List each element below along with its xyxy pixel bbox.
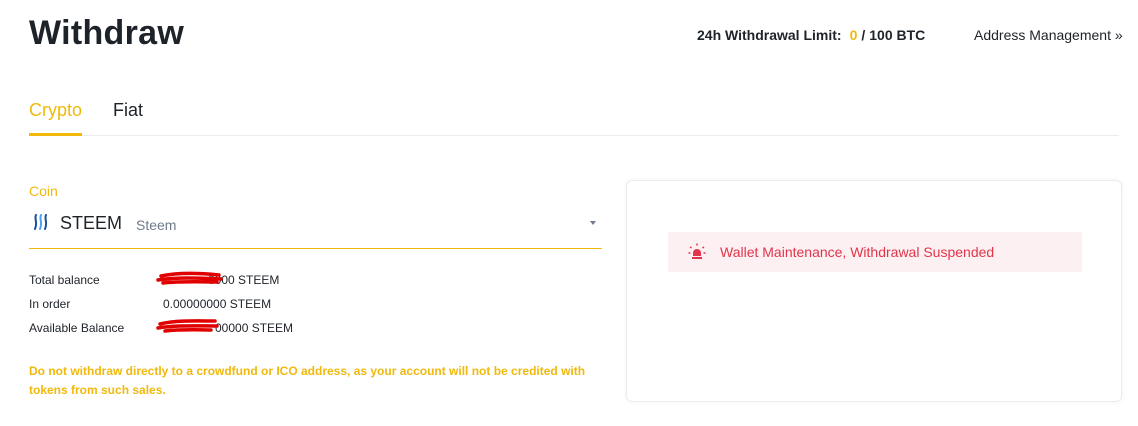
available-balance-label: Available Balance [29, 321, 125, 335]
withdrawal-limit-total: 100 BTC [869, 27, 926, 43]
tab-crypto[interactable]: Crypto [29, 100, 83, 136]
steem-logo-icon [34, 214, 48, 230]
withdraw-warning: Do not withdraw directly to a crowdfund … [29, 364, 586, 397]
address-management-link[interactable]: Address Management » [974, 27, 1123, 43]
in-order-label: In order [29, 297, 71, 311]
coin-symbol: STEEM [60, 213, 123, 233]
available-balance-value: 00000 STEEM [215, 321, 294, 335]
page-title: Withdraw [29, 14, 185, 52]
total-balance-label: Total balance [29, 273, 100, 287]
withdrawal-limit-separator: / [861, 27, 866, 43]
coin-label: Coin [29, 183, 58, 199]
tab-fiat[interactable]: Fiat [113, 100, 143, 133]
coin-select[interactable]: STEEM Steem [29, 206, 602, 249]
withdrawal-limit-used: 0 [849, 27, 858, 43]
total-balance-row: Total balance 0000 STEEM [29, 273, 329, 289]
tab-bar: Crypto Fiat [29, 100, 1119, 136]
withdrawal-limit-label: 24h Withdrawal Limit: [697, 27, 842, 43]
status-panel: Wallet Maintenance, Withdrawal Suspended [626, 180, 1122, 402]
maintenance-notice-text: Wallet Maintenance, Withdrawal Suspended [720, 244, 995, 260]
bulb-icon [688, 243, 706, 259]
coin-name: Steem [136, 217, 177, 233]
withdrawal-limit: 24h Withdrawal Limit: 0/100 BTC [697, 27, 925, 43]
available-balance-row: Available Balance 00000 STEEM [29, 321, 329, 337]
maintenance-notice: Wallet Maintenance, Withdrawal Suspended [668, 232, 1082, 272]
in-order-value: 0.00000000 STEEM [163, 297, 272, 311]
chevron-down-icon [590, 221, 596, 225]
in-order-row: In order 0.00000000 STEEM [29, 297, 329, 313]
total-balance-value: 0000 STEEM [208, 273, 280, 287]
